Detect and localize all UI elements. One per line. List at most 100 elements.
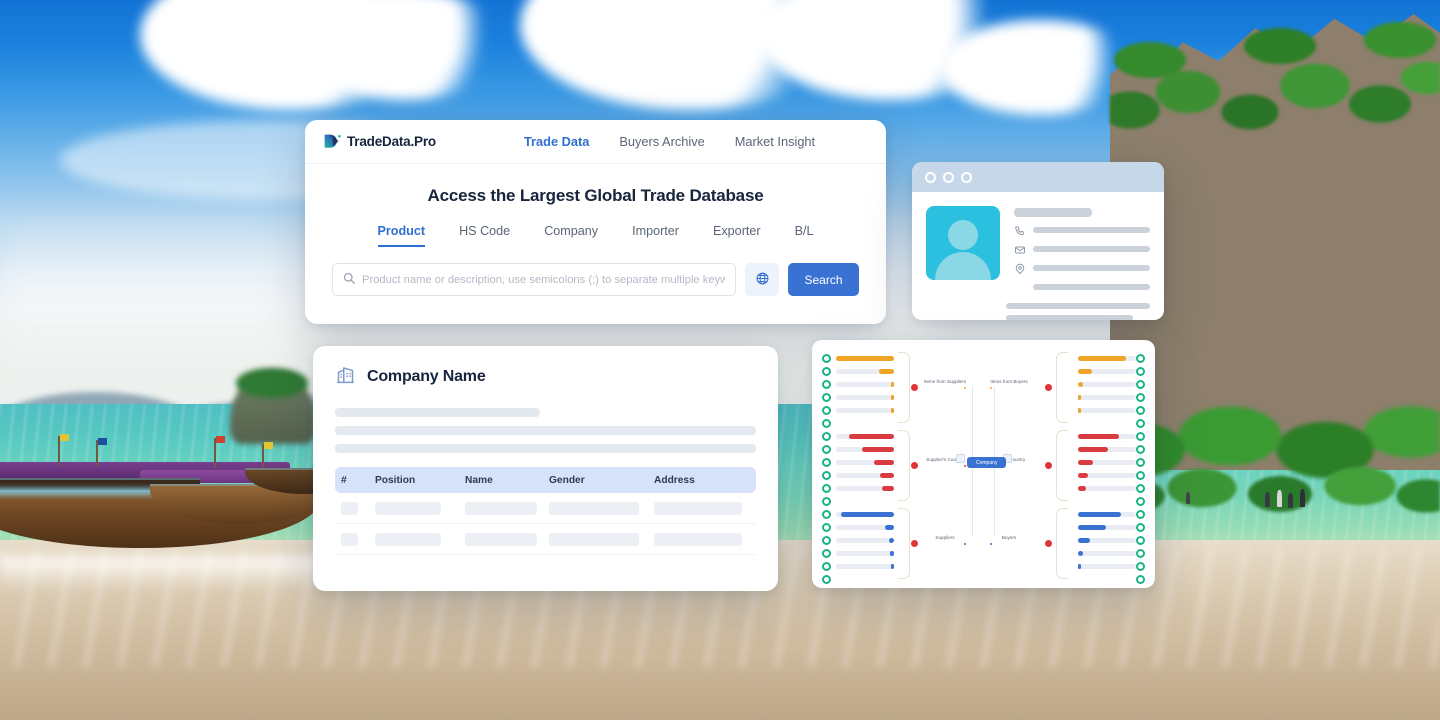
window-dot-3[interactable] bbox=[961, 171, 972, 183]
network-endpoint-node[interactable] bbox=[1136, 549, 1145, 558]
network-endpoint-node[interactable] bbox=[822, 497, 831, 506]
network-endpoint-node[interactable] bbox=[1136, 445, 1145, 454]
network-bar-fill bbox=[840, 512, 894, 517]
network-bar-fill bbox=[890, 564, 894, 569]
network-bar-fill bbox=[880, 473, 894, 478]
network-endpoint-node[interactable] bbox=[822, 393, 831, 402]
footer-placeholder-2 bbox=[1006, 315, 1133, 320]
network-endpoint-node[interactable] bbox=[1136, 536, 1145, 545]
network-endpoint-node[interactable] bbox=[822, 419, 831, 428]
search-input[interactable] bbox=[362, 273, 725, 286]
phone-icon bbox=[1014, 224, 1026, 236]
network-endpoint-node[interactable] bbox=[1136, 497, 1145, 506]
avatar-shoulders bbox=[935, 252, 991, 280]
tab-hs-code[interactable]: HS Code bbox=[459, 224, 510, 247]
search-input-wrapper[interactable] bbox=[332, 263, 736, 296]
profile-row-location bbox=[1014, 262, 1150, 275]
table-row[interactable] bbox=[335, 493, 756, 524]
table-row[interactable] bbox=[335, 524, 756, 555]
network-bar-track bbox=[836, 369, 894, 374]
network-endpoint-node[interactable] bbox=[1136, 354, 1145, 363]
network-endpoint-node[interactable] bbox=[822, 458, 831, 467]
tab-exporter[interactable]: Exporter bbox=[713, 224, 761, 247]
location-placeholder bbox=[1033, 265, 1150, 271]
network-group-brace bbox=[898, 508, 910, 579]
network-group-node[interactable] bbox=[910, 460, 919, 470]
network-endpoint-node[interactable] bbox=[822, 445, 831, 454]
network-endpoint-node[interactable] bbox=[822, 432, 831, 441]
network-bar-fill bbox=[862, 447, 894, 452]
network-bar-track bbox=[1078, 356, 1136, 361]
network-endpoint-node[interactable] bbox=[822, 484, 831, 493]
network-group-brace bbox=[1056, 508, 1068, 579]
network-group-label: Buyers bbox=[1001, 534, 1017, 540]
network-endpoint-node[interactable] bbox=[822, 354, 831, 363]
nav-buyers-archive[interactable]: Buyers Archive bbox=[619, 134, 704, 149]
window-dot-1[interactable] bbox=[925, 171, 936, 183]
network-bar-fill bbox=[878, 369, 894, 374]
network-endpoint-node[interactable] bbox=[1136, 432, 1145, 441]
user-avatar-icon bbox=[948, 220, 978, 250]
network-endpoint-node[interactable] bbox=[822, 406, 831, 415]
network-endpoint-node[interactable] bbox=[1136, 523, 1145, 532]
tab-product[interactable]: Product bbox=[377, 224, 426, 247]
network-bar-track bbox=[836, 434, 894, 439]
tab-company[interactable]: Company bbox=[544, 224, 598, 247]
network-endpoint-node[interactable] bbox=[1136, 406, 1145, 415]
network-endpoint-node[interactable] bbox=[1136, 367, 1145, 376]
boat-flag bbox=[98, 438, 107, 445]
page-title: Company Name bbox=[367, 368, 486, 385]
network-endpoint-node[interactable] bbox=[822, 523, 831, 532]
network-bar-track bbox=[836, 382, 894, 387]
network-endpoint-node[interactable] bbox=[1136, 458, 1145, 467]
network-endpoint-node[interactable] bbox=[822, 471, 831, 480]
column-header-address: Address bbox=[654, 474, 695, 486]
network-group-brace bbox=[1056, 352, 1068, 423]
globe-button[interactable] bbox=[745, 263, 779, 296]
search-button[interactable]: Search bbox=[788, 263, 859, 296]
network-endpoint-node[interactable] bbox=[1136, 419, 1145, 428]
nav-market-insight[interactable]: Market Insight bbox=[735, 134, 815, 149]
tab-importer[interactable]: Importer bbox=[632, 224, 679, 247]
network-endpoint-node[interactable] bbox=[822, 380, 831, 389]
network-connector-dot bbox=[964, 464, 966, 467]
blank-icon bbox=[1014, 281, 1026, 293]
network-group-node[interactable] bbox=[910, 382, 919, 392]
network-endpoint-node[interactable] bbox=[1136, 575, 1145, 584]
network-endpoint-node[interactable] bbox=[1136, 562, 1145, 571]
brand-logo[interactable]: TradeData.Pro bbox=[323, 133, 436, 151]
window-dot-2[interactable] bbox=[943, 171, 954, 183]
nav-trade-data[interactable]: Trade Data bbox=[524, 134, 589, 149]
cell-position bbox=[375, 501, 441, 515]
network-endpoint-node[interactable] bbox=[1136, 380, 1145, 389]
network-group-node[interactable] bbox=[1044, 538, 1053, 548]
skeleton-line-1 bbox=[335, 408, 540, 417]
network-endpoint-node[interactable] bbox=[822, 536, 831, 545]
network-group-node[interactable] bbox=[910, 538, 919, 548]
network-endpoint-node[interactable] bbox=[1136, 510, 1145, 519]
cliff-vegetation bbox=[1110, 0, 1440, 185]
tradedata-logo-icon bbox=[323, 133, 341, 151]
network-bar-fill bbox=[1078, 551, 1083, 556]
network-endpoint-node[interactable] bbox=[822, 562, 831, 571]
network-group-brace bbox=[898, 352, 910, 423]
network-center-node[interactable]: Company bbox=[967, 457, 1007, 468]
beach-person bbox=[1277, 490, 1282, 507]
network-bar-fill bbox=[1078, 538, 1090, 543]
network-endpoint-node[interactable] bbox=[1136, 484, 1145, 493]
network-endpoint-node[interactable] bbox=[1136, 471, 1145, 480]
cell-gender bbox=[549, 532, 639, 546]
network-endpoint-node[interactable] bbox=[822, 575, 831, 584]
tab-bl[interactable]: B/L bbox=[795, 224, 814, 247]
network-group-brace bbox=[898, 430, 910, 501]
network-group-node[interactable] bbox=[1044, 382, 1053, 392]
network-group-node[interactable] bbox=[1044, 460, 1053, 470]
cell-number bbox=[341, 501, 358, 515]
beach-person bbox=[1300, 489, 1305, 507]
network-endpoint-node[interactable] bbox=[822, 549, 831, 558]
network-endpoint-node[interactable] bbox=[822, 510, 831, 519]
network-endpoint-node[interactable] bbox=[822, 367, 831, 376]
network-bar-track bbox=[1078, 395, 1136, 400]
network-icon-left[interactable] bbox=[956, 454, 965, 463]
network-endpoint-node[interactable] bbox=[1136, 393, 1145, 402]
